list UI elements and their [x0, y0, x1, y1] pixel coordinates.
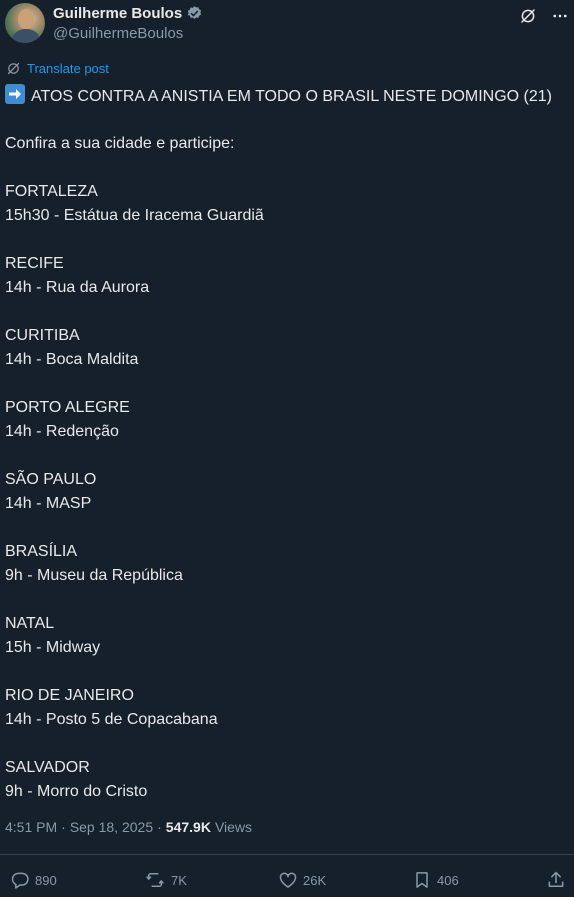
post: Guilherme Boulos @GuilhermeBoulos Transl…	[0, 0, 574, 897]
translate-label: Translate post	[27, 61, 109, 76]
share-button[interactable]	[546, 870, 566, 890]
bookmark-button[interactable]: 406	[412, 870, 459, 890]
event-time-location: 15h30 - Estátua de Iracema Guardiã	[5, 207, 264, 224]
post-time[interactable]: 4:51 PM	[5, 819, 57, 835]
city-name: RIO DE JANEIRO	[5, 687, 134, 704]
translate-post-link[interactable]: Translate post	[6, 61, 109, 76]
like-count: 26K	[303, 872, 327, 888]
event-time-location: 14h - Rua da Aurora	[5, 279, 150, 296]
post-text-line: Confira a sua cidade e participe:	[5, 135, 235, 152]
translate-icon	[6, 61, 21, 76]
reply-button[interactable]: 890	[10, 870, 57, 890]
reply-count: 890	[35, 872, 57, 888]
repost-icon	[144, 870, 166, 890]
event-time-location: 14h - Posto 5 de Copacabana	[5, 711, 218, 728]
avatar-shirt	[11, 29, 41, 43]
meta-separator: ·	[61, 819, 66, 835]
more-icon[interactable]	[550, 6, 570, 26]
avatar[interactable]	[5, 3, 45, 43]
city-name: NATAL	[5, 615, 55, 632]
bookmark-count: 406	[437, 872, 459, 888]
views-count: 547.9K	[165, 819, 211, 835]
city-name: PORTO ALEGRE	[5, 399, 130, 416]
event-time-location: 14h - Boca Maldita	[5, 351, 139, 368]
city-name: FORTALEZA	[5, 183, 98, 200]
event-time-location: 9h - Museu da República	[5, 567, 183, 584]
arrow-right-emoji	[5, 84, 25, 104]
repost-button[interactable]: 7K	[144, 870, 187, 890]
city-name: CURITIBA	[5, 327, 80, 344]
post-meta: 4:51 PM · Sep 18, 2025 · 547.9K Views	[5, 819, 252, 835]
city-name: SÃO PAULO	[5, 471, 97, 488]
city-name: BRASÍLIA	[5, 543, 78, 560]
author-name-row: Guilherme Boulos	[53, 5, 203, 22]
reply-icon	[10, 870, 30, 890]
event-time-location: 14h - Redenção	[5, 423, 119, 440]
share-icon	[546, 870, 566, 890]
city-name: RECIFE	[5, 255, 64, 272]
like-icon	[278, 870, 298, 890]
post-line-headline: ATOS CONTRA A ANISTIA EM TODO O BRASIL N…	[5, 84, 570, 108]
avatar-face	[18, 9, 34, 29]
post-header-actions	[518, 6, 570, 26]
event-time-location: 15h - Midway	[5, 639, 101, 656]
action-bar: 890 7K 26K 406	[0, 866, 574, 896]
author-handle[interactable]: @GuilhermeBoulos	[53, 25, 183, 42]
event-time-location: 9h - Morro do Cristo	[5, 783, 148, 800]
city-name: SALVADOR	[5, 759, 90, 776]
like-button[interactable]: 26K	[278, 870, 326, 890]
bookmark-icon	[412, 870, 432, 890]
post-text-line: ATOS CONTRA A ANISTIA EM TODO O BRASIL N…	[31, 88, 553, 105]
repost-count: 7K	[171, 872, 187, 888]
meta-separator: ·	[157, 819, 162, 835]
divider	[0, 854, 574, 855]
author-display-name[interactable]: Guilherme Boulos	[53, 5, 182, 22]
event-time-location: 14h - MASP	[5, 495, 92, 512]
verified-badge-icon	[186, 5, 203, 22]
views-label: Views	[214, 819, 253, 835]
post-text: ATOS CONTRA A ANISTIA EM TODO O BRASIL N…	[5, 84, 570, 804]
post-date[interactable]: Sep 18, 2025	[70, 819, 153, 835]
grok-icon[interactable]	[518, 6, 538, 26]
